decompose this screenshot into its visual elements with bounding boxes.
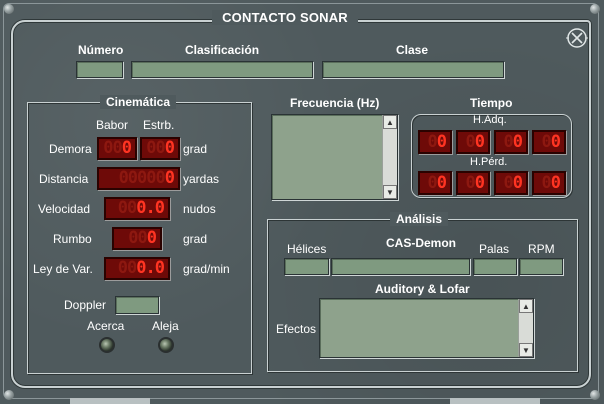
- acerca-label: Acerca: [87, 319, 125, 333]
- estrb-label: Estrb.: [143, 118, 175, 132]
- aleja-label: Aleja: [152, 319, 179, 333]
- acerca-indicator-lamp: [99, 337, 115, 353]
- aleja-indicator-lamp: [158, 337, 174, 353]
- hperd-label: H.Pérd.: [470, 156, 508, 168]
- led-lit-digits: 0.0: [136, 198, 165, 218]
- rivet: [590, 390, 600, 400]
- demora-label: Demora: [49, 142, 92, 156]
- led-lit-digits: 0: [512, 131, 523, 152]
- led-dim-digits: 0: [465, 131, 476, 152]
- led-dim-digits: 00: [146, 138, 166, 158]
- hperd-display-2: 00: [456, 171, 490, 195]
- hperd-display-4: 00: [532, 171, 566, 195]
- led-lit-digits: 0: [436, 131, 447, 152]
- led-dim-digits: 0: [541, 131, 552, 152]
- helices-field[interactable]: [284, 258, 329, 275]
- cas-demon-field[interactable]: [331, 258, 470, 275]
- frecuencia-label: Frecuencia (Hz): [290, 96, 380, 110]
- led-lit-digits: 0: [146, 228, 157, 248]
- rpm-label: RPM: [528, 242, 555, 256]
- led-lit-digits: 0: [550, 172, 561, 193]
- rpm-field[interactable]: [519, 258, 563, 275]
- window-frame: CONTACTO SONAR Número Clasificación Clas…: [0, 0, 604, 404]
- velocidad-unit: nudos: [183, 202, 216, 216]
- led-dim-digits: 0: [541, 172, 552, 193]
- up-arrow-icon[interactable]: ▲: [383, 115, 397, 129]
- led-dim-digits: 00000: [118, 168, 166, 188]
- window-title-wrap: CONTACTO SONAR: [0, 10, 570, 25]
- window-title: CONTACTO SONAR: [212, 10, 358, 25]
- doppler-label: Doppler: [64, 298, 107, 312]
- led-dim-digits: 0: [503, 131, 514, 152]
- rivet: [590, 4, 600, 14]
- led-dim-digits: 0: [503, 172, 514, 193]
- down-arrow-icon[interactable]: ▼: [519, 343, 533, 357]
- numero-field[interactable]: [76, 61, 123, 78]
- hadq-display-1: 00: [418, 130, 452, 154]
- led-lit-digits: 0: [436, 172, 447, 193]
- led-dim-digits: 00: [128, 228, 148, 248]
- led-dim-digits: 00: [103, 138, 123, 158]
- bottom-tab: [450, 398, 540, 404]
- cas-demon-label: CAS-Demon: [386, 236, 457, 250]
- velocidad-display: 00 0.0: [104, 197, 170, 220]
- hadq-label: H.Adq.: [473, 114, 507, 126]
- rumbo-unit: grad: [183, 232, 208, 246]
- led-lit-digits: 0: [164, 138, 175, 158]
- led-dim-digits: 0: [465, 172, 476, 193]
- numero-label: Número: [78, 43, 124, 57]
- clasificacion-label: Clasificación: [185, 43, 260, 57]
- ley-var-display: 00 0.0: [104, 257, 170, 280]
- palas-label: Palas: [479, 242, 510, 256]
- distancia-display: 00000 0: [97, 167, 180, 190]
- rumbo-display: 00 0: [112, 227, 162, 250]
- bottom-tab: [70, 398, 150, 404]
- frecuencia-scrollbar[interactable]: ▲ ▼: [382, 115, 397, 199]
- led-dim-digits: 00: [117, 198, 138, 218]
- demora-babor-display: 00 0: [97, 137, 137, 160]
- clase-field[interactable]: [322, 61, 504, 78]
- auditory-lofar-label: Auditory & Lofar: [375, 282, 470, 296]
- ley-var-unit: grad/min: [183, 262, 230, 276]
- led-lit-digits: 0: [512, 172, 523, 193]
- hadq-display-2: 00: [456, 130, 490, 154]
- clasificacion-field[interactable]: [131, 61, 313, 78]
- hperd-display-3: 00: [494, 171, 528, 195]
- demora-estrb-display: 00 0: [140, 137, 180, 160]
- efectos-scrollbar[interactable]: ▲ ▼: [518, 299, 533, 357]
- rivet: [4, 390, 14, 400]
- efectos-label: Efectos: [276, 322, 317, 336]
- led-dim-digits: 0: [427, 131, 438, 152]
- ley-var-label: Ley de Var.: [33, 262, 93, 276]
- down-arrow-icon[interactable]: ▼: [383, 185, 397, 199]
- cinematica-title: Cinemática: [100, 95, 177, 109]
- led-lit-digits: 0: [474, 131, 485, 152]
- hperd-display-1: 00: [418, 171, 452, 195]
- demora-unit: grad: [183, 142, 208, 156]
- tiempo-label: Tiempo: [470, 96, 513, 110]
- hadq-display-3: 00: [494, 130, 528, 154]
- efectos-list[interactable]: ▲ ▼: [319, 298, 534, 358]
- clase-label: Clase: [396, 43, 429, 57]
- led-dim-digits: 0: [427, 172, 438, 193]
- babor-label: Babor: [96, 118, 129, 132]
- doppler-field[interactable]: [115, 296, 159, 314]
- distancia-unit: yardas: [183, 172, 220, 186]
- hadq-display-4: 00: [532, 130, 566, 154]
- led-lit-digits: 0: [550, 131, 561, 152]
- led-lit-digits: 0: [164, 168, 175, 188]
- close-icon[interactable]: [565, 27, 589, 49]
- rumbo-label: Rumbo: [53, 232, 92, 246]
- velocidad-label: Velocidad: [38, 202, 91, 216]
- analisis-title: Análisis: [390, 212, 449, 226]
- led-lit-digits: 0.0: [136, 258, 165, 278]
- led-dim-digits: 00: [117, 258, 138, 278]
- distancia-label: Distancia: [39, 172, 89, 186]
- led-lit-digits: 0: [474, 172, 485, 193]
- frecuencia-list[interactable]: ▲ ▼: [271, 114, 398, 200]
- led-lit-digits: 0: [121, 138, 132, 158]
- up-arrow-icon[interactable]: ▲: [519, 299, 533, 313]
- palas-field[interactable]: [473, 258, 517, 275]
- helices-label: Hélices: [287, 242, 327, 256]
